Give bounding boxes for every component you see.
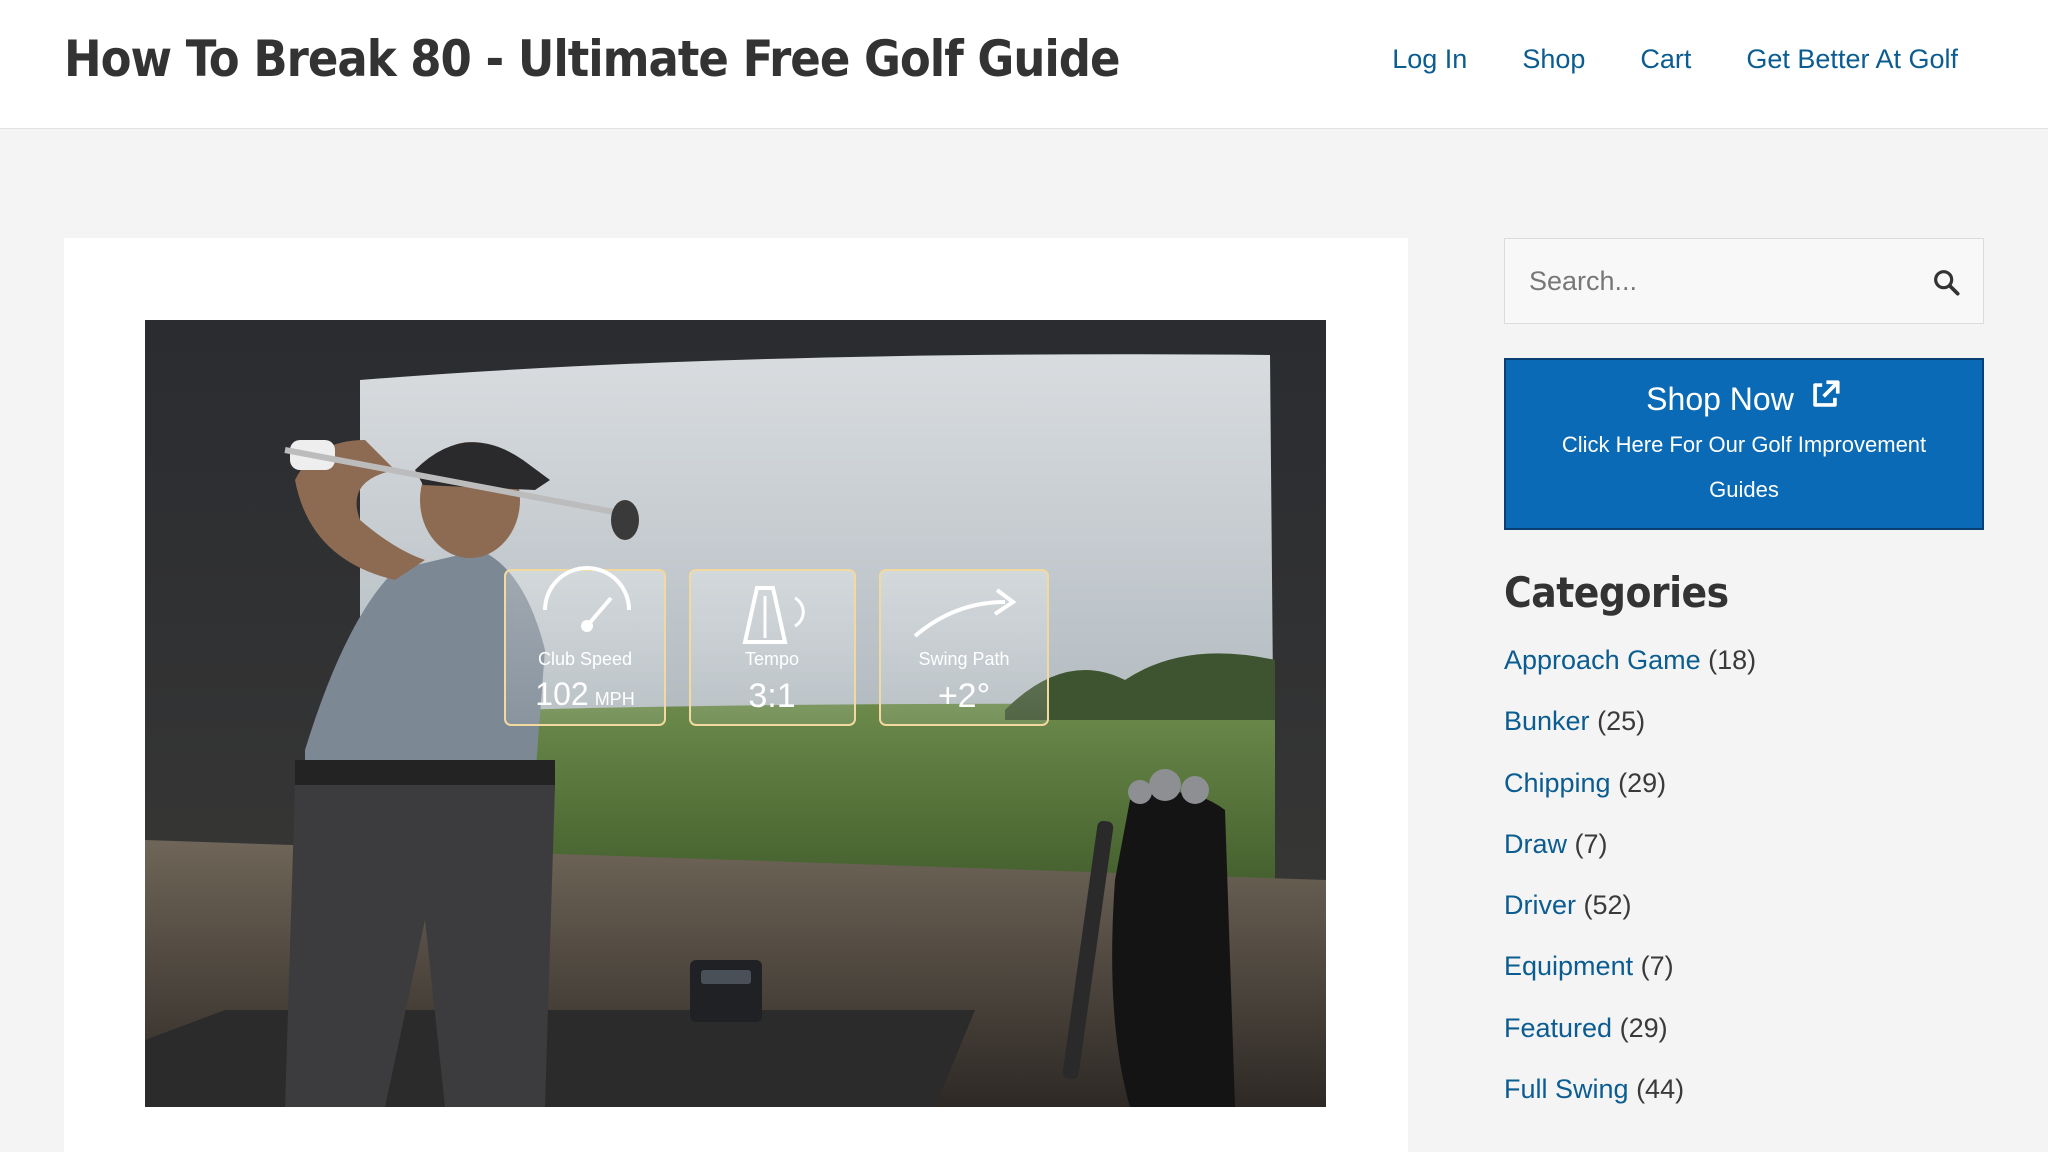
category-count: (18)	[1708, 645, 1757, 675]
category-count: (25)	[1597, 706, 1646, 737]
category-count: (7)	[1640, 951, 1674, 982]
nav-shop[interactable]: Shop	[1522, 44, 1585, 75]
launch-monitor-display	[701, 970, 751, 984]
metric-panel-tempo: Tempo 3:1	[689, 569, 856, 726]
external-link-icon	[1808, 378, 1842, 420]
category-count: (29)	[1619, 1012, 1668, 1043]
club-head	[611, 500, 639, 540]
category-count: (52)	[1583, 890, 1632, 921]
category-link-full-swing[interactable]: Full Swing	[1504, 1074, 1629, 1104]
sidebar: Shop Now Click Here For Our Golf Improve…	[1504, 238, 1984, 1135]
metric-value: +2°	[938, 677, 990, 715]
category-count: (7)	[1574, 828, 1608, 859]
category-link-approach-game[interactable]: Approach Game	[1504, 645, 1701, 675]
hero-image: Club Speed 102 MPH Tempo 3:1 Swing Path …	[145, 320, 1326, 1107]
category-link-chipping[interactable]: Chipping	[1504, 768, 1611, 798]
category-link-featured[interactable]: Featured	[1504, 1013, 1612, 1043]
category-link-driver[interactable]: Driver	[1504, 890, 1576, 920]
main-nav: Log In Shop Cart Get Better At Golf	[1392, 44, 1958, 75]
list-item: Featured (29)	[1504, 1013, 1984, 1074]
metric-value-number: 102	[535, 676, 588, 712]
metric-label: Club Speed	[538, 649, 632, 669]
site-title[interactable]: How To Break 80 - Ultimate Free Golf Gui…	[64, 30, 1120, 88]
shop-now-title-row: Shop Now	[1506, 360, 1982, 420]
list-item: Equipment (7)	[1504, 951, 1984, 1012]
list-item: Driver (52)	[1504, 890, 1984, 951]
metric-panel-club-speed: Club Speed 102 MPH	[504, 566, 666, 726]
search-input[interactable]	[1505, 239, 1905, 323]
category-count: (44)	[1636, 1074, 1685, 1105]
nav-cart[interactable]: Cart	[1640, 44, 1691, 75]
category-link-draw[interactable]: Draw	[1504, 829, 1567, 859]
list-item: Draw (7)	[1504, 829, 1984, 890]
launch-monitor	[690, 960, 762, 1022]
category-count: (29)	[1618, 767, 1667, 798]
shop-now-subtitle: Click Here For Our Golf Improvement Guid…	[1561, 432, 1927, 502]
category-link-bunker[interactable]: Bunker	[1504, 706, 1590, 736]
search-icon[interactable]	[1931, 267, 1963, 299]
nav-get-better-at-golf[interactable]: Get Better At Golf	[1746, 44, 1958, 75]
list-item: Chipping (29)	[1504, 768, 1984, 829]
list-item: Bunker (25)	[1504, 706, 1984, 767]
list-item: Approach Game (18)	[1504, 645, 1984, 706]
nav-log-in[interactable]: Log In	[1392, 44, 1467, 75]
list-item: Full Swing (44)	[1504, 1074, 1984, 1135]
category-link-equipment[interactable]: Equipment	[1504, 951, 1633, 981]
site-header: How To Break 80 - Ultimate Free Golf Gui…	[0, 0, 2048, 129]
article-content: Club Speed 102 MPH Tempo 3:1 Swing Path …	[64, 238, 1408, 1152]
search-form	[1504, 238, 1984, 324]
metric-value: 3:1	[748, 677, 795, 715]
metric-label: Swing Path	[918, 649, 1009, 669]
metric-label: Tempo	[745, 649, 799, 669]
hitting-mat	[145, 1010, 975, 1107]
metric-panel-swing-path: Swing Path +2°	[879, 569, 1049, 726]
categories-heading: Categories	[1504, 568, 1729, 617]
categories-list: Approach Game (18) Bunker (25) Chipping …	[1504, 645, 1984, 1135]
shop-now-button[interactable]: Shop Now Click Here For Our Golf Improve…	[1504, 358, 1984, 530]
metric-unit: MPH	[595, 689, 635, 709]
shop-now-title: Shop Now	[1646, 380, 1794, 417]
